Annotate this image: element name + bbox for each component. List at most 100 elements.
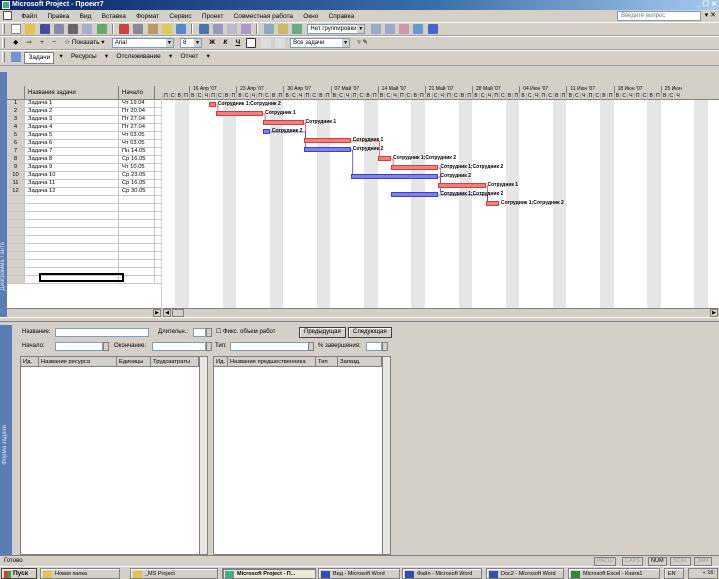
table-hscrollbar[interactable]: ▶ <box>7 308 161 317</box>
scroll-right-icon[interactable]: ▶ <box>153 309 161 317</box>
task-name-cell[interactable]: Задача 6 <box>25 140 119 147</box>
task-start-cell[interactable]: Пт 27.04 <box>119 116 155 123</box>
ask-question-input[interactable]: Введите вопрос <box>617 11 701 21</box>
arrow-right-icon[interactable]: ⇨ <box>23 37 34 49</box>
task-info-icon[interactable] <box>263 24 274 34</box>
indent-icon[interactable]: + <box>37 37 47 49</box>
table-row[interactable] <box>7 220 161 228</box>
task-name-cell[interactable] <box>25 260 119 267</box>
table-row[interactable] <box>7 228 161 236</box>
table-row[interactable] <box>7 236 161 244</box>
start-field[interactable] <box>55 342 103 351</box>
row-id[interactable]: 8 <box>7 156 25 163</box>
chevron-down-icon[interactable]: ▼ <box>165 39 173 47</box>
task-start-cell[interactable]: Пт 27.04 <box>119 124 155 131</box>
unlink-tasks-icon[interactable] <box>226 24 237 34</box>
gantt-bar[interactable] <box>303 147 351 152</box>
name-field[interactable] <box>55 328 149 337</box>
toolbar-grip[interactable] <box>2 52 5 62</box>
task-start-cell[interactable]: Пн 14.05 <box>119 148 155 155</box>
task-start-cell[interactable]: Чт 10.05 <box>119 164 155 171</box>
window-controls[interactable]: _ ☐ ✕ <box>697 0 717 10</box>
new-icon[interactable] <box>11 24 22 34</box>
align-right-icon[interactable] <box>274 38 285 48</box>
report-menu[interactable]: Отчет <box>178 51 202 63</box>
search-file-icon[interactable] <box>53 24 64 34</box>
task-name-cell[interactable] <box>25 228 119 235</box>
task-name-cell[interactable]: Задача 7 <box>25 148 119 155</box>
row-id[interactable] <box>7 204 25 211</box>
end-dropdown[interactable] <box>206 342 212 351</box>
link-tasks-icon[interactable] <box>212 24 223 34</box>
align-left-icon[interactable] <box>246 38 257 48</box>
task-start-cell[interactable]: Ср 23.05 <box>119 172 155 179</box>
row-id[interactable]: 2 <box>7 108 25 115</box>
table-row[interactable]: 8 Задача 8 Ср 16.05 <box>7 156 161 164</box>
toolbar-grip[interactable] <box>2 24 5 34</box>
goto-task-icon[interactable] <box>399 24 410 34</box>
taskbar-item-folder[interactable]: Новая папка <box>40 568 120 579</box>
start-dropdown[interactable] <box>103 342 109 351</box>
copy-picture-icon[interactable] <box>413 24 424 34</box>
row-id[interactable]: 1 <box>7 100 25 107</box>
type-field[interactable] <box>230 342 310 351</box>
row-id[interactable] <box>7 220 25 227</box>
column-header-name[interactable]: Название задачи <box>25 86 119 99</box>
task-start-cell[interactable]: Ср 30.05 <box>119 188 155 195</box>
scroll-left-icon[interactable]: ◀ <box>163 309 171 317</box>
task-start-cell[interactable]: Ср 16.05 <box>119 156 155 163</box>
save-icon[interactable] <box>39 24 50 34</box>
task-name-cell[interactable]: Задача 2 <box>25 108 119 115</box>
chevron-down-icon[interactable]: ▼ <box>194 39 202 47</box>
table-row[interactable]: 1 Задача 1 Чт 19.04 <box>7 100 161 108</box>
bold-button[interactable]: Ж <box>206 37 218 49</box>
task-name-cell[interactable] <box>25 244 119 251</box>
row-id[interactable]: 6 <box>7 140 25 147</box>
taskbar-item-excel[interactable]: Microsoft Excel - Книга1 <box>568 568 660 579</box>
scroll-right-icon[interactable]: ▶ <box>710 309 718 317</box>
show-menu[interactable]: ☆ Показать ▾ <box>61 37 107 49</box>
task-name-cell[interactable]: Задача 11 <box>25 180 119 187</box>
percent-field[interactable] <box>366 342 382 351</box>
font-size-combo[interactable]: 8 ▼ <box>180 38 203 48</box>
row-id[interactable]: 4 <box>7 124 25 131</box>
end-field[interactable] <box>152 342 206 351</box>
cut-icon[interactable] <box>119 24 130 34</box>
task-start-cell[interactable] <box>119 244 155 251</box>
format-painter-icon[interactable] <box>161 24 172 34</box>
gantt-bar[interactable] <box>263 120 304 125</box>
gantt-bar[interactable] <box>485 201 499 206</box>
task-start-cell[interactable]: Ср 16.05 <box>119 180 155 187</box>
row-id[interactable] <box>7 268 25 275</box>
taskbar-item-msproject-folder[interactable]: _MS Project <box>130 568 218 579</box>
chevron-down-icon[interactable]: ▾ <box>57 51 66 63</box>
row-id[interactable] <box>7 276 25 283</box>
task-name-cell[interactable]: Задача 4 <box>25 124 119 131</box>
row-id[interactable] <box>7 252 25 259</box>
gantt-bar[interactable] <box>263 129 270 134</box>
table-row[interactable]: 11 Задача 11 Ср 16.05 <box>7 180 161 188</box>
column-header-start[interactable]: Начало <box>119 86 155 99</box>
copy-icon[interactable] <box>133 24 144 34</box>
selected-cell[interactable] <box>39 273 124 282</box>
taskbar-item-word-3[interactable]: Doc2 - Microsoft Word <box>486 568 564 579</box>
task-name-cell[interactable]: Задача 8 <box>25 156 119 163</box>
gantt-bar[interactable] <box>350 174 439 179</box>
duration-spinner[interactable] <box>206 328 212 337</box>
task-start-cell[interactable] <box>119 212 155 219</box>
row-id[interactable] <box>7 260 25 267</box>
chevron-down-icon[interactable]: ▼ <box>357 25 365 33</box>
undo-icon[interactable] <box>176 24 187 34</box>
fixed-work-checkbox[interactable]: ☐ Фикс. объем работ <box>216 327 276 337</box>
table-row[interactable]: 6 Задача 6 Чт 03.05 <box>7 140 161 148</box>
task-name-cell[interactable]: Задача 5 <box>25 132 119 139</box>
zoom-in-icon[interactable] <box>370 24 381 34</box>
autofilter-icon[interactable]: ▿ ✎ <box>354 37 371 49</box>
filter-combo[interactable]: Все задачи ▼ <box>290 38 351 48</box>
table-row[interactable]: 7 Задача 7 Пн 14.05 <box>7 148 161 156</box>
row-id[interactable]: 10 <box>7 172 25 179</box>
taskbar-item-word-1[interactable]: Вид - Microsoft Word <box>318 568 400 579</box>
predecessors-vscrollbar[interactable] <box>382 357 390 554</box>
task-start-cell[interactable] <box>119 260 155 267</box>
outdent-icon[interactable]: − <box>49 37 59 49</box>
